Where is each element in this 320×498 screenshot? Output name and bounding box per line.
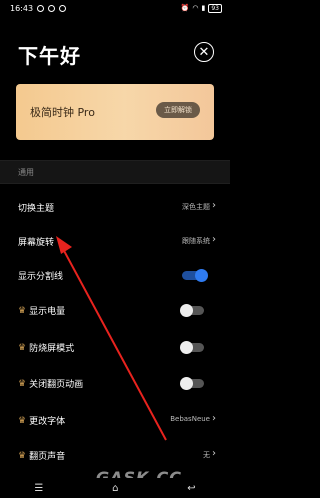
setting-label: ♛ 防烧屏模式 (18, 342, 75, 355)
crown-icon: ♛ (18, 378, 27, 389)
animation-toggle[interactable] (180, 377, 204, 390)
crown-icon: ♛ (18, 450, 27, 461)
close-icon[interactable]: ✕ (194, 42, 214, 62)
section-header: 通用 (0, 160, 230, 184)
setting-value: 深色主题 (182, 203, 210, 211)
crown-icon: ♛ (18, 305, 27, 316)
status-bar: 16:43 ⏰ ◠ ▮ 93 (0, 0, 230, 16)
alarm-icon: ⏰ (180, 4, 190, 12)
chevron-right-icon: › (212, 413, 216, 424)
burnin-toggle[interactable] (180, 341, 204, 354)
section-label: 通用 (18, 168, 34, 177)
toggle-knob (180, 377, 193, 390)
setting-row-rotation[interactable]: 屏幕旋转 跟随系统 › (0, 224, 230, 258)
back-icon[interactable]: ↩ (187, 483, 195, 494)
divider-toggle[interactable] (182, 269, 208, 282)
notification-icon (37, 4, 45, 12)
setting-label: ♛ 翻页声音 (18, 450, 66, 463)
toggle-knob (180, 341, 193, 354)
chevron-right-icon: › (212, 234, 216, 245)
pro-card-title: 极简时钟 Pro (30, 106, 95, 119)
setting-row-burnin[interactable]: ♛ 防烧屏模式 (0, 330, 230, 364)
setting-value: BebasNeue (170, 415, 210, 423)
greeting-title: 下午好 (18, 44, 81, 68)
unlock-button[interactable]: 立即解锁 (156, 102, 200, 118)
setting-row-theme[interactable]: 切换主题 深色主题 › (0, 190, 230, 224)
setting-label: ♛ 显示电量 (18, 305, 66, 318)
pro-card[interactable]: 极简时钟 Pro 立即解锁 (16, 84, 214, 140)
wifi-icon: ◠ (192, 4, 199, 12)
signal-icon: ▮ (201, 4, 206, 12)
notification-icon (59, 4, 67, 12)
home-icon[interactable]: ⌂ (112, 483, 118, 494)
menu-icon[interactable]: ☰ (34, 483, 43, 494)
crown-icon: ♛ (18, 415, 27, 426)
setting-label: ♛ 更改字体 (18, 415, 66, 428)
chevron-right-icon: › (212, 448, 216, 459)
setting-value: 跟随系统 (182, 237, 210, 245)
setting-row-battery[interactable]: ♛ 显示电量 (0, 293, 230, 327)
battery-icon: 93 (208, 3, 222, 13)
setting-label: 显示分割线 (18, 272, 64, 282)
setting-row-sound[interactable]: ♛ 翻页声音 无 › (0, 438, 230, 472)
crown-icon: ♛ (18, 342, 27, 353)
setting-label: 屏幕旋转 (18, 238, 55, 248)
notification-icon (48, 4, 56, 12)
setting-label: ♛ 关闭翻页动画 (18, 378, 84, 391)
setting-row-divider[interactable]: 显示分割线 (0, 258, 230, 292)
toggle-knob (195, 269, 208, 282)
chevron-right-icon: › (212, 200, 216, 211)
setting-label: 切换主题 (18, 204, 55, 214)
status-left: 16:43 (10, 3, 67, 13)
setting-value: 无 (203, 451, 210, 459)
battery-toggle[interactable] (180, 304, 204, 317)
setting-row-font[interactable]: ♛ 更改字体 BebasNeue › (0, 403, 230, 437)
status-right: ⏰ ◠ ▮ 93 (180, 3, 222, 13)
status-time: 16:43 (10, 3, 34, 13)
nav-bar: ☰ ⌂ ↩ (0, 478, 230, 498)
toggle-knob (180, 304, 193, 317)
setting-row-animation[interactable]: ♛ 关闭翻页动画 (0, 366, 230, 400)
